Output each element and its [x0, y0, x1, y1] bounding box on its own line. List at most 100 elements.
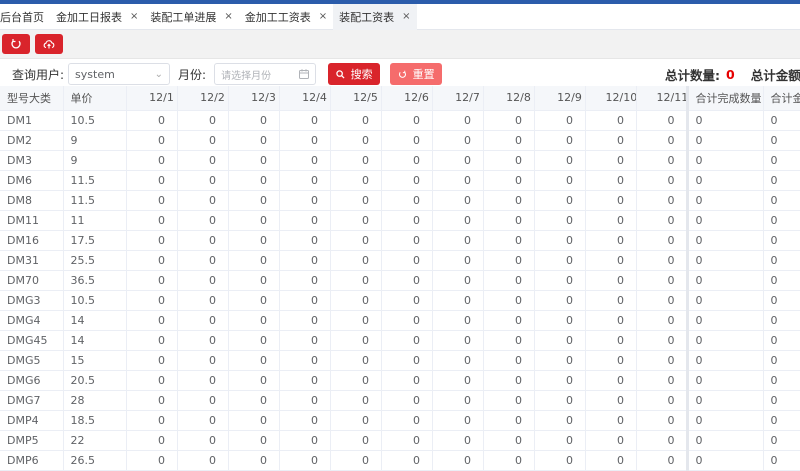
- table-cell: 0: [534, 170, 586, 191]
- table-cell: 0: [177, 250, 229, 271]
- tab-machining-daily-report[interactable]: 金加工日报表 ×: [50, 4, 144, 30]
- table-cell: 0: [228, 310, 280, 331]
- table-cell: DM8: [0, 190, 64, 211]
- table-cell: 0: [585, 250, 637, 271]
- table-cell: 0: [763, 350, 800, 371]
- table-cell: 0: [279, 130, 331, 151]
- table-cell: 0: [483, 170, 535, 191]
- table-cell: 0: [483, 450, 535, 471]
- table-cell: 9: [63, 130, 127, 151]
- table-cell: 0: [330, 450, 382, 471]
- table-row[interactable]: DMG45 14 0 0 0 0 0 0 0 0 0 0 0 0 0: [0, 330, 800, 351]
- table-cell: 0: [685, 130, 764, 151]
- table-cell: 0: [432, 430, 484, 451]
- table-row[interactable]: DM1 10.5 0 0 0 0 0 0 0 0 0 0 0 0 0: [0, 110, 800, 131]
- table-cell: 0: [636, 130, 688, 151]
- table-cell: 0: [636, 170, 688, 191]
- table-cell: 0: [636, 230, 688, 251]
- table-cell: 0: [534, 290, 586, 311]
- table-row[interactable]: DMG5 15 0 0 0 0 0 0 0 0 0 0 0 0 0: [0, 350, 800, 371]
- tab-bar: 后台首页 金加工日报表 × 装配工单进展 × 金加工工资表 × 装配工资表 ×: [0, 3, 800, 30]
- table-cell: 0: [279, 230, 331, 251]
- table-cell: 0: [381, 390, 433, 411]
- table-cell: 0: [330, 350, 382, 371]
- reset-button[interactable]: 重置: [390, 63, 443, 85]
- table-cell: 0: [585, 310, 637, 331]
- search-button[interactable]: 搜索: [328, 63, 381, 85]
- table-row[interactable]: DM11 11 0 0 0 0 0 0 0 0 0 0 0 0 0: [0, 210, 800, 231]
- table-cell: 0: [279, 390, 331, 411]
- table-row[interactable]: DM31 25.5 0 0 0 0 0 0 0 0 0 0 0 0 0: [0, 250, 800, 271]
- column-header: 12/10: [585, 86, 637, 111]
- table-cell: 0: [636, 350, 688, 371]
- table-cell: 11.5: [63, 170, 127, 191]
- table-row[interactable]: DM8 11.5 0 0 0 0 0 0 0 0 0 0 0 0 0: [0, 190, 800, 211]
- table-row[interactable]: DMG7 28 0 0 0 0 0 0 0 0 0 0 0 0 0: [0, 390, 800, 411]
- search-button-label: 搜索: [350, 68, 373, 81]
- user-filter-label: 查询用户:: [12, 67, 65, 82]
- tab-assembly-wages[interactable]: 装配工资表 ×: [333, 3, 417, 30]
- upload-button[interactable]: [35, 34, 63, 54]
- table-row[interactable]: DM16 17.5 0 0 0 0 0 0 0 0 0 0 0 0 0: [0, 230, 800, 251]
- table-cell: 0: [585, 210, 637, 231]
- table-cell: 0: [330, 210, 382, 231]
- close-icon[interactable]: ×: [319, 11, 327, 22]
- filter-bar: 查询用户: system ⌄ 月份: 请选择月份 搜索 重置 总计数量: 0 总…: [0, 59, 800, 89]
- table-cell: 0: [483, 370, 535, 391]
- table-cell: 36.5: [63, 270, 127, 291]
- refresh-button[interactable]: [2, 34, 30, 54]
- tab-machining-wages[interactable]: 金加工工资表 ×: [239, 4, 333, 30]
- table-cell: 0: [279, 410, 331, 431]
- close-icon[interactable]: ×: [224, 11, 232, 22]
- table-row[interactable]: DM70 36.5 0 0 0 0 0 0 0 0 0 0 0 0 0: [0, 270, 800, 291]
- table-cell: 0: [432, 170, 484, 191]
- table-cell: 0: [432, 250, 484, 271]
- table-cell: 0: [228, 210, 280, 231]
- table-cell: 0: [685, 170, 764, 191]
- user-select[interactable]: system ⌄: [68, 63, 171, 85]
- table-row[interactable]: DMP5 22 0 0 0 0 0 0 0 0 0 0 0 0 0: [0, 430, 800, 451]
- table-cell: 0: [279, 310, 331, 331]
- table-cell: 0: [177, 390, 229, 411]
- table-cell: 0: [177, 290, 229, 311]
- table-cell: 0: [432, 110, 484, 131]
- column-header: 12/4: [279, 86, 331, 111]
- table-row[interactable]: DMP6 26.5 0 0 0 0 0 0 0 0 0 0 0 0 0: [0, 450, 800, 471]
- table-cell: 0: [228, 150, 280, 171]
- table-cell: 0: [126, 150, 178, 171]
- table-cell: 0: [381, 350, 433, 371]
- table-cell: 0: [585, 270, 637, 291]
- table-cell: 0: [381, 190, 433, 211]
- table-cell: 0: [381, 170, 433, 191]
- close-icon[interactable]: ×: [130, 11, 138, 22]
- table-cell: 0: [483, 330, 535, 351]
- close-icon[interactable]: ×: [402, 11, 410, 22]
- refresh-icon: [11, 39, 21, 49]
- table-cell: 0: [330, 110, 382, 131]
- table-row[interactable]: DMP4 18.5 0 0 0 0 0 0 0 0 0 0 0 0 0: [0, 410, 800, 431]
- tab-label: 金加工工资表: [244, 10, 311, 24]
- tab-assembly-order-progress[interactable]: 装配工单进展 ×: [144, 4, 238, 30]
- table-cell: 0: [177, 150, 229, 171]
- table-cell: DMP4: [0, 410, 64, 431]
- tab-home[interactable]: 后台首页: [0, 4, 50, 30]
- table-cell: 0: [279, 150, 331, 171]
- table-row[interactable]: DMG6 20.5 0 0 0 0 0 0 0 0 0 0 0 0 0: [0, 370, 800, 391]
- table-cell: 0: [585, 370, 637, 391]
- table-cell: 0: [685, 110, 764, 131]
- table-cell: 0: [763, 450, 800, 471]
- table-row[interactable]: DM3 9 0 0 0 0 0 0 0 0 0 0 0 0 0: [0, 150, 800, 171]
- table-cell: 0: [432, 190, 484, 211]
- month-picker[interactable]: 请选择月份: [214, 63, 317, 85]
- table-cell: 0: [483, 350, 535, 371]
- table-cell: 0: [636, 430, 688, 451]
- table-row[interactable]: DM6 11.5 0 0 0 0 0 0 0 0 0 0 0 0 0: [0, 170, 800, 191]
- table-cell: 0: [228, 390, 280, 411]
- table-cell: 0: [483, 230, 535, 251]
- table-row[interactable]: DM2 9 0 0 0 0 0 0 0 0 0 0 0 0 0: [0, 130, 800, 151]
- table-cell: 0: [330, 270, 382, 291]
- table-row[interactable]: DMG4 14 0 0 0 0 0 0 0 0 0 0 0 0 0: [0, 310, 800, 331]
- table-row[interactable]: DMG3 10.5 0 0 0 0 0 0 0 0 0 0 0 0 0: [0, 290, 800, 311]
- table-cell: 0: [685, 210, 764, 231]
- table-cell: DM11: [0, 210, 64, 231]
